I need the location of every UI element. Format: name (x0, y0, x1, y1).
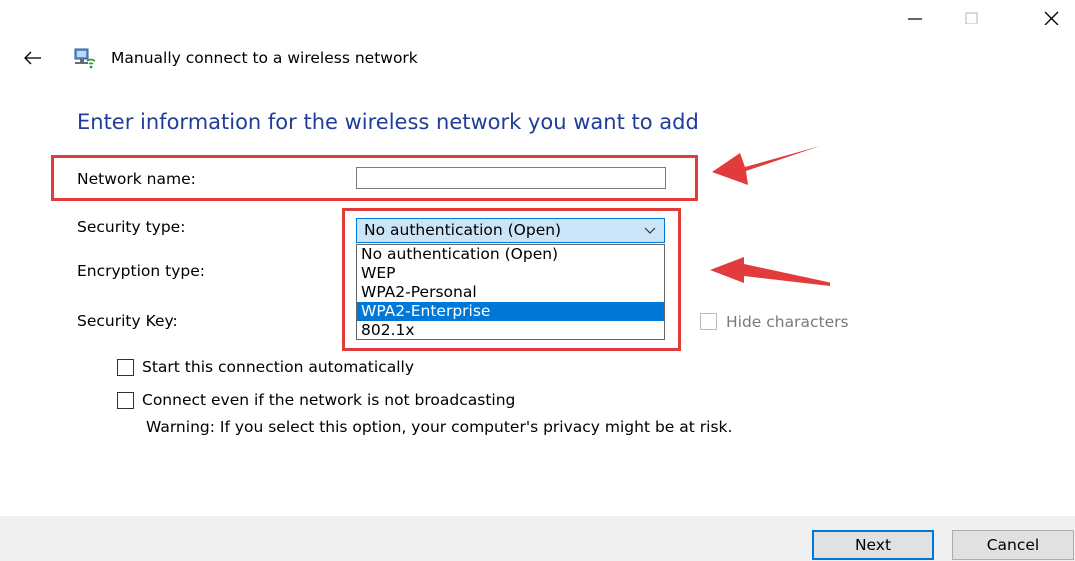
annotation-arrow-security-type (710, 257, 830, 286)
connect-not-broadcasting-checkbox[interactable] (117, 392, 134, 409)
annotation-arrows (710, 146, 830, 286)
security-option-wpa2-enterprise[interactable]: WPA2-Enterprise (357, 302, 664, 321)
hide-characters-checkbox[interactable] (700, 313, 717, 330)
annotation-arrow-network-name (712, 146, 820, 185)
security-option-wep[interactable]: WEP (357, 264, 664, 283)
close-button[interactable] (1029, 0, 1075, 34)
minimize-icon (908, 18, 922, 20)
network-name-label: Network name: (77, 170, 196, 188)
next-button[interactable]: Next (812, 530, 934, 560)
cancel-button[interactable]: Cancel (952, 530, 1074, 560)
start-automatically-label: Start this connection automatically (142, 358, 414, 376)
chevron-down-icon (644, 227, 656, 234)
security-type-label: Security type: (77, 218, 186, 236)
window-title: Manually connect to a wireless network (111, 49, 418, 67)
close-icon (1044, 11, 1059, 25)
page-heading: Enter information for the wireless netwo… (77, 110, 699, 134)
start-automatically-checkbox[interactable] (117, 359, 134, 376)
security-key-label: Security Key: (77, 312, 178, 330)
privacy-warning-text: Warning: If you select this option, your… (146, 418, 733, 436)
connect-not-broadcasting-label: Connect even if the network is not broad… (142, 391, 516, 409)
security-option-wpa2-personal[interactable]: WPA2-Personal (357, 283, 664, 302)
security-option-open[interactable]: No authentication (Open) (357, 245, 664, 264)
back-arrow-icon (24, 51, 41, 65)
back-button[interactable] (18, 44, 48, 72)
security-type-dropdown-list: No authentication (Open) WEP WPA2-Person… (356, 244, 665, 340)
maximize-icon (965, 12, 978, 24)
hide-characters-label: Hide characters (726, 313, 849, 331)
encryption-type-label: Encryption type: (77, 262, 205, 280)
security-type-select[interactable]: No authentication (Open) (356, 218, 665, 243)
network-name-input[interactable] (356, 167, 666, 189)
minimize-button[interactable] (892, 0, 938, 34)
security-type-selected-value: No authentication (Open) (364, 221, 562, 239)
maximize-button[interactable] (949, 0, 995, 34)
wireless-network-icon (72, 47, 96, 69)
security-option-8021x[interactable]: 802.1x (357, 321, 664, 340)
